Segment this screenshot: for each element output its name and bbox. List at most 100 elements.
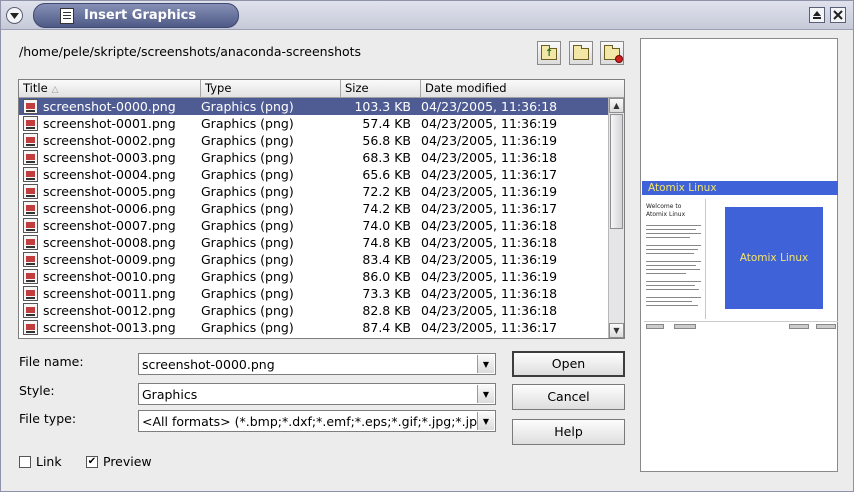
close-button[interactable] <box>830 7 846 23</box>
preview-label[interactable]: Preview <box>103 454 152 469</box>
cancel-button[interactable]: Cancel <box>512 384 625 410</box>
preview-text-line <box>646 305 698 306</box>
file-name-value: screenshot-0000.png <box>142 357 275 372</box>
window-menu-button[interactable] <box>6 7 23 24</box>
scroll-down-button[interactable]: ▼ <box>609 323 624 338</box>
scroll-thumb[interactable] <box>610 114 623 229</box>
table-row[interactable]: screenshot-0001.png Graphics (png) 57.4 KB… <box>19 115 608 132</box>
new-folder-button[interactable] <box>569 41 593 65</box>
file-name-cell: screenshot-0006.png <box>43 201 176 216</box>
file-size-cell: 82.8 KB <box>362 303 411 318</box>
file-date-cell: 04/23/2005, 11:36:19 <box>421 133 558 148</box>
preview-pane: Atomix Linux Welcome to Atomix Linux Ato… <box>640 38 838 472</box>
file-type-value: <All formats> (*.bmp;*.dxf;*.emf;*.eps;*… <box>142 414 477 429</box>
chevron-down-icon[interactable]: ▼ <box>477 355 494 373</box>
file-size-cell: 56.8 KB <box>362 133 411 148</box>
file-date-cell: 04/23/2005, 11:36:19 <box>421 184 558 199</box>
preview-text-line <box>646 261 701 262</box>
table-row[interactable]: screenshot-0011.png Graphics (png) 73.3 KB… <box>19 285 608 302</box>
file-size-cell: 57.4 KB <box>362 116 411 131</box>
table-row[interactable]: screenshot-0007.png Graphics (png) 74.0 KB… <box>19 217 608 234</box>
style-combo[interactable]: Graphics ▼ <box>138 383 496 405</box>
image-file-icon <box>23 286 38 301</box>
file-type-cell: Graphics (png) <box>201 116 294 131</box>
folder-up-icon: ↑ <box>541 45 557 60</box>
table-row[interactable]: screenshot-0006.png Graphics (png) 74.2 KB… <box>19 200 608 217</box>
preview-checkbox[interactable]: ✔ <box>86 456 98 468</box>
preview-chip <box>789 324 809 329</box>
file-name-combo[interactable]: screenshot-0000.png ▼ <box>138 353 496 375</box>
table-row[interactable]: screenshot-0008.png Graphics (png) 74.8 KB… <box>19 234 608 251</box>
file-name-cell: screenshot-0008.png <box>43 235 176 250</box>
table-row[interactable]: screenshot-0000.png Graphics (png) 103.3 K… <box>19 98 608 115</box>
file-date-cell: 04/23/2005, 11:36:17 <box>421 201 558 216</box>
folder-new-icon <box>573 45 589 60</box>
column-header-date[interactable]: Date modified <box>421 80 624 98</box>
image-file-icon <box>23 150 38 165</box>
file-type-cell: Graphics (png) <box>201 218 294 233</box>
document-icon <box>60 8 74 24</box>
delete-button[interactable] <box>600 41 624 65</box>
file-name-cell: screenshot-0001.png <box>43 116 176 131</box>
file-size-cell: 74.2 KB <box>362 201 411 216</box>
column-type-label: Type <box>205 81 232 95</box>
file-type-cell: Graphics (png) <box>201 167 294 182</box>
column-header-size[interactable]: Size <box>341 80 421 98</box>
image-file-icon <box>23 201 38 216</box>
link-checkbox[interactable] <box>19 456 31 468</box>
folder-delete-icon <box>604 45 623 63</box>
file-date-cell: 04/23/2005, 11:36:18 <box>421 150 558 165</box>
table-row[interactable]: screenshot-0009.png Graphics (png) 83.4 KB… <box>19 251 608 268</box>
file-name-cell: screenshot-0005.png <box>43 184 176 199</box>
scroll-up-button[interactable]: ▲ <box>609 98 624 113</box>
preview-text-line <box>646 297 701 298</box>
table-row[interactable]: screenshot-0004.png Graphics (png) 65.6 KB… <box>19 166 608 183</box>
table-row[interactable]: screenshot-0002.png Graphics (png) 56.8 KB… <box>19 132 608 149</box>
preview-text-line <box>646 237 690 238</box>
link-label[interactable]: Link <box>36 454 62 469</box>
file-type-label: File type: <box>19 411 77 426</box>
table-row[interactable]: screenshot-0005.png Graphics (png) 72.2 KB… <box>19 183 608 200</box>
parent-folder-button[interactable]: ↑ <box>537 41 561 65</box>
file-type-cell: Graphics (png) <box>201 99 294 114</box>
file-date-cell: 04/23/2005, 11:36:18 <box>421 303 558 318</box>
image-file-icon <box>23 235 38 250</box>
table-row[interactable]: screenshot-0012.png Graphics (png) 82.8 KB… <box>19 302 608 319</box>
file-date-cell: 04/23/2005, 11:36:19 <box>421 252 558 267</box>
table-row[interactable]: screenshot-0010.png Graphics (png) 86.0 KB… <box>19 268 608 285</box>
file-size-cell: 72.2 KB <box>362 184 411 199</box>
chevron-down-icon[interactable]: ▼ <box>477 412 494 430</box>
column-header-type[interactable]: Type <box>201 80 341 98</box>
table-row[interactable]: screenshot-0013.png Graphics (png) 87.4 KB… <box>19 319 608 336</box>
title-bar[interactable]: Insert Graphics <box>1 1 853 30</box>
image-file-icon <box>23 116 38 131</box>
file-list[interactable]: Title △ Type Size Date modified screensho… <box>18 79 625 339</box>
file-type-cell: Graphics (png) <box>201 150 294 165</box>
file-type-cell: Graphics (png) <box>201 269 294 284</box>
help-button[interactable]: Help <box>512 419 625 445</box>
image-file-icon <box>23 320 38 335</box>
chevron-down-icon[interactable]: ▼ <box>477 385 494 403</box>
file-type-combo[interactable]: <All formats> (*.bmp;*.dxf;*.emf;*.eps;*… <box>138 410 496 432</box>
file-name-cell: screenshot-0007.png <box>43 218 176 233</box>
preview-text-line <box>646 301 692 302</box>
maximize-button[interactable] <box>809 7 825 23</box>
image-file-icon <box>23 167 38 182</box>
preview-chip <box>674 324 696 329</box>
file-date-cell: 04/23/2005, 11:36:19 <box>421 269 558 284</box>
preview-text-line <box>646 289 699 290</box>
file-size-cell: 73.3 KB <box>362 286 411 301</box>
preview-sidebar: Welcome to Atomix Linux <box>644 199 706 319</box>
vertical-scrollbar[interactable]: ▲ ▼ <box>608 98 624 338</box>
image-file-icon <box>23 269 38 284</box>
column-header-title[interactable]: Title △ <box>19 80 201 98</box>
file-name-label: File name: <box>19 354 84 369</box>
preview-button-bar <box>644 321 838 329</box>
file-date-cell: 04/23/2005, 11:36:18 <box>421 218 558 233</box>
style-label: Style: <box>19 383 55 398</box>
chevron-down-icon <box>10 12 19 19</box>
table-row[interactable]: screenshot-0003.png Graphics (png) 68.3 KB… <box>19 149 608 166</box>
preview-chip <box>646 324 664 329</box>
open-button[interactable]: Open <box>512 351 625 377</box>
insert-graphics-dialog: Insert Graphics /home/pele/skripte/scree… <box>0 0 854 492</box>
